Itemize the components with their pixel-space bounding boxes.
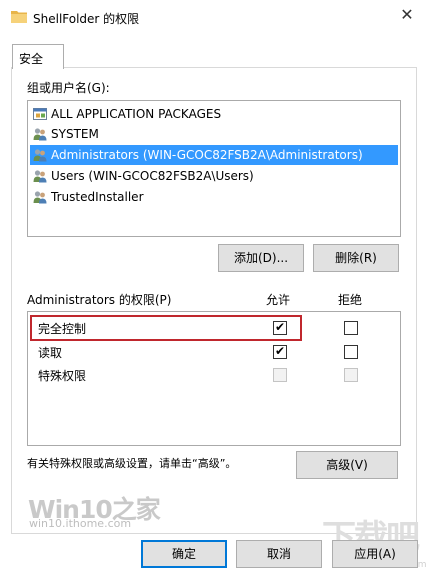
close-button[interactable]: ✕ <box>395 4 419 26</box>
checkmark-icon: ✔ <box>274 344 286 358</box>
allow-checkbox <box>273 368 287 382</box>
add-button[interactable]: 添加(D)... <box>218 244 304 272</box>
ok-button[interactable]: 确定 <box>141 540 227 568</box>
deny-checkbox <box>344 368 358 382</box>
permission-row-special: 特殊权限 <box>28 363 400 385</box>
user-group-icon <box>33 128 47 141</box>
permission-name: 特殊权限 <box>38 369 87 383</box>
deny-column-header: 拒绝 <box>338 293 363 307</box>
tab-security[interactable]: 安全 <box>12 44 64 69</box>
list-item-system[interactable]: SYSTEM <box>30 124 398 144</box>
allow-checkbox[interactable]: ✔ <box>273 344 287 359</box>
list-item-label: SYSTEM <box>51 127 99 141</box>
advanced-button[interactable]: 高级(V) <box>296 451 398 479</box>
apply-button[interactable]: 应用(A) <box>332 540 418 568</box>
cancel-button[interactable]: 取消 <box>236 540 322 568</box>
remove-button[interactable]: 删除(R) <box>313 244 399 272</box>
list-item-trustedinstaller[interactable]: TrustedInstaller <box>30 187 398 207</box>
window-title: ShellFolder 的权限 <box>33 12 140 26</box>
highlight-box <box>30 315 302 341</box>
permission-name: 读取 <box>38 346 63 360</box>
close-icon: ✕ <box>400 5 414 24</box>
allow-column-header: 允许 <box>266 293 291 307</box>
list-item-label: Administrators (WIN-GCOC82FSB2A\Administ… <box>51 148 363 162</box>
permissions-label: Administrators 的权限(P) <box>27 293 172 307</box>
user-group-icon <box>33 170 47 183</box>
list-item-label: Users (WIN-GCOC82FSB2A\Users) <box>51 169 254 183</box>
permission-row-read: 读取 ✔ <box>28 340 400 362</box>
list-item-administrators[interactable]: Administrators (WIN-GCOC82FSB2A\Administ… <box>30 145 398 165</box>
list-item-all-application-packages[interactable]: ALL APPLICATION PACKAGES <box>30 104 398 124</box>
folder-icon <box>11 11 27 23</box>
list-item-users[interactable]: Users (WIN-GCOC82FSB2A\Users) <box>30 166 398 186</box>
deny-checkbox[interactable] <box>344 321 358 335</box>
group-list-label: 组或用户名(G): <box>27 81 110 95</box>
deny-checkbox[interactable] <box>344 345 358 359</box>
advanced-hint: 有关特殊权限或高级设置，请单击“高级”。 <box>27 457 237 470</box>
user-group-icon <box>33 191 47 204</box>
app-packages-icon <box>33 108 47 120</box>
list-item-label: ALL APPLICATION PACKAGES <box>51 107 222 121</box>
watermark-url-win10: win10.ithome.com <box>29 517 132 530</box>
group-user-listbox[interactable]: ALL APPLICATION PACKAGES SYSTEM Administ… <box>27 100 401 237</box>
list-item-label: TrustedInstaller <box>51 190 144 204</box>
user-group-icon <box>33 149 47 162</box>
